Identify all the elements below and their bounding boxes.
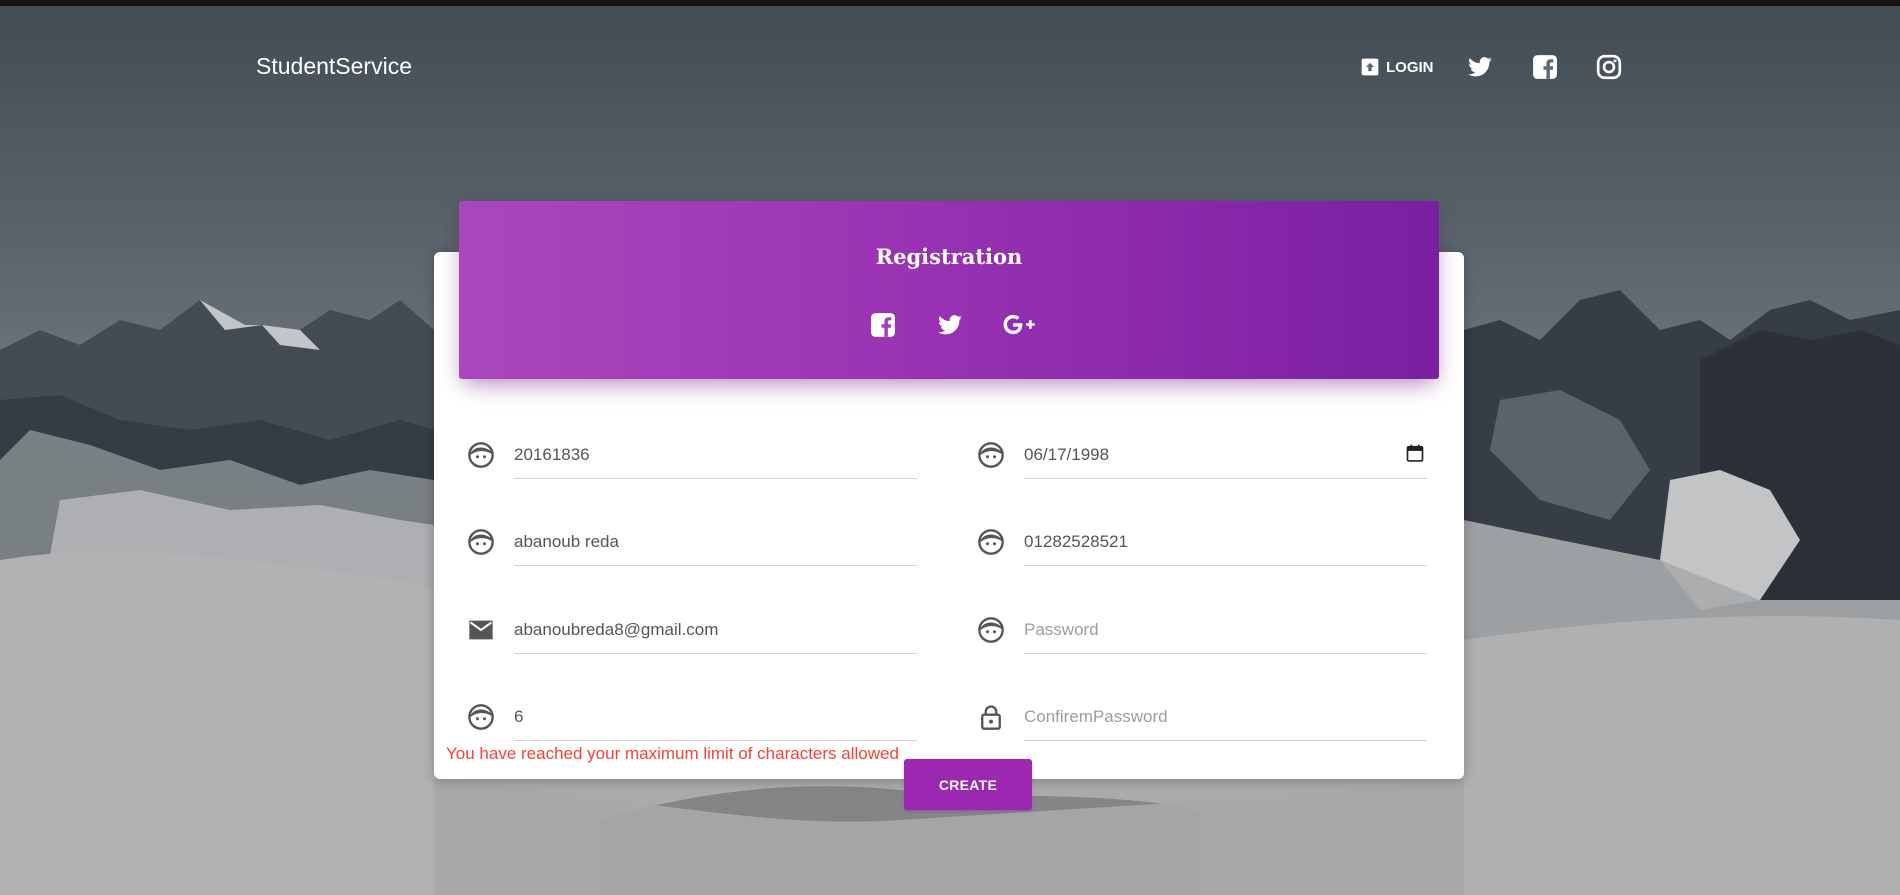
lock-icon <box>981 705 1001 730</box>
level-field <box>467 695 917 741</box>
password-underline <box>1024 608 1427 654</box>
password-field <box>977 608 1427 654</box>
level-input[interactable] <box>514 705 909 729</box>
nav-login-link[interactable]: LOGIN <box>1360 57 1434 77</box>
twitter-icon[interactable] <box>937 312 963 338</box>
brand-title[interactable]: StudentService <box>256 53 412 80</box>
google-plus-icon[interactable] <box>1002 312 1038 338</box>
email-underline <box>514 608 917 654</box>
twitter-icon[interactable] <box>1467 54 1493 80</box>
face-icon <box>468 442 494 468</box>
birth-date-underline <box>1024 433 1427 479</box>
email-field <box>467 608 917 654</box>
student-id-underline <box>514 433 917 479</box>
student-id-input[interactable] <box>514 443 909 467</box>
birth-date-input[interactable] <box>1024 443 1384 467</box>
face-icon <box>468 529 494 555</box>
phone-underline <box>1024 520 1427 566</box>
confirm-password-underline <box>1024 695 1427 741</box>
level-underline <box>514 695 917 741</box>
instagram-icon[interactable] <box>1596 54 1622 80</box>
face-icon <box>978 617 1004 643</box>
email-icon <box>469 620 493 640</box>
name-field <box>467 520 917 566</box>
create-button[interactable]: CREATE <box>904 759 1032 810</box>
student-id-field <box>467 433 917 479</box>
face-icon <box>978 529 1004 555</box>
login-icon <box>1361 58 1379 76</box>
face-icon <box>468 704 494 730</box>
confirm-password-input[interactable] <box>1024 705 1419 729</box>
facebook-icon[interactable] <box>1532 54 1558 80</box>
facebook-icon[interactable] <box>870 312 896 338</box>
calendar-icon[interactable] <box>1405 443 1425 463</box>
birth-date-field <box>977 433 1427 479</box>
face-icon <box>978 442 1004 468</box>
confirm-password-field <box>977 695 1427 741</box>
social-login-row <box>459 312 1439 338</box>
email-input[interactable] <box>514 618 909 642</box>
card-title: Registration <box>875 244 1023 269</box>
validation-error-message: You have reached your maximum limit of c… <box>446 744 899 763</box>
password-input[interactable] <box>1024 618 1419 642</box>
card-header: Registration <box>459 201 1439 379</box>
nav-login-label: LOGIN <box>1386 58 1434 76</box>
name-input[interactable] <box>514 530 909 554</box>
phone-field <box>977 520 1427 566</box>
name-underline <box>514 520 917 566</box>
phone-input[interactable] <box>1024 530 1419 554</box>
